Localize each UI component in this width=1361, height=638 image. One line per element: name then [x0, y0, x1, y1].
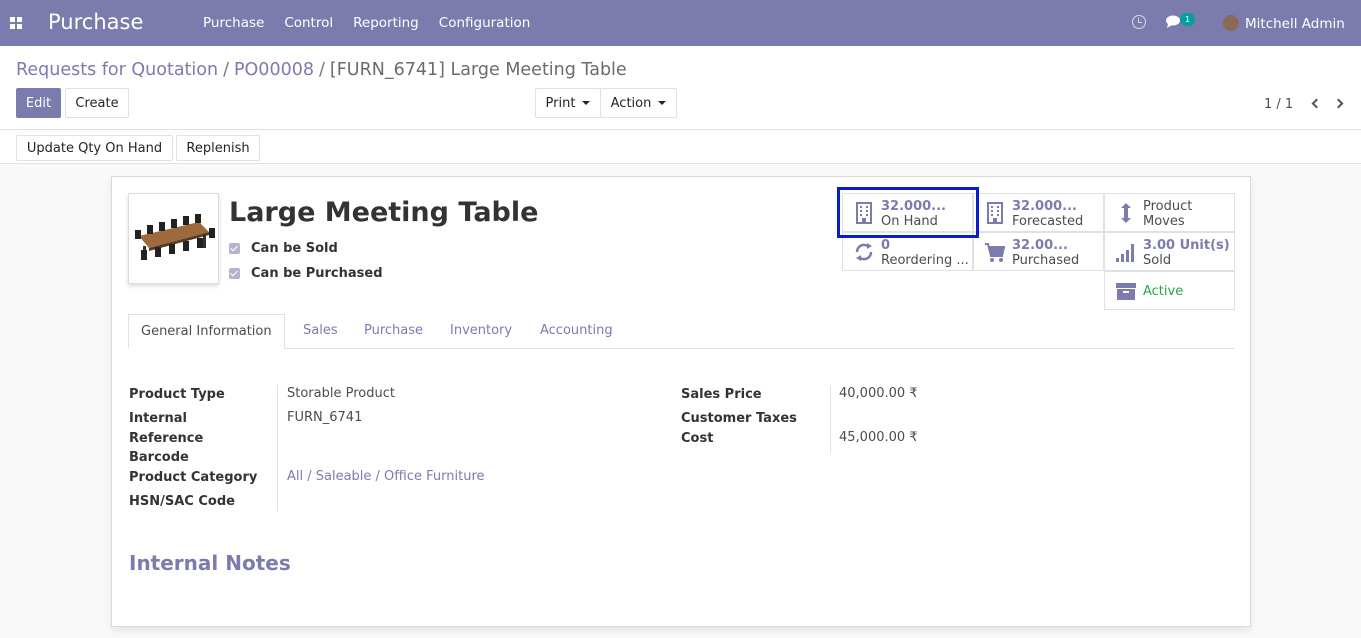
print-label: Print	[545, 95, 576, 111]
product-name: Large Meeting Table	[229, 197, 539, 228]
active-toggle-button[interactable]: Active	[1104, 271, 1235, 310]
product-type-value: Storable Product	[287, 386, 395, 401]
shopping-cart-icon	[985, 243, 1006, 262]
menu-configuration[interactable]: Configuration	[429, 15, 541, 31]
menu-purchase[interactable]: Purchase	[193, 15, 274, 31]
print-dropdown[interactable]: Print	[535, 88, 601, 118]
purchased-button[interactable]: 32.00... Purchased	[973, 232, 1104, 271]
main-menu: Purchase Control Reporting Configuration	[193, 15, 540, 31]
can-be-sold-checkbox[interactable]	[229, 243, 240, 254]
up-down-arrow-icon	[1121, 203, 1131, 223]
notebook-tabs: General Information Sales Purchase Inven…	[128, 314, 1235, 349]
tab-inventory[interactable]: Inventory	[450, 314, 512, 349]
active-label: Active	[1143, 284, 1184, 299]
pager-value[interactable]: 1 / 1	[1264, 97, 1293, 112]
form-statusbar: Update Qty On Hand Replenish	[0, 129, 1361, 164]
form-sheet: Large Meeting Table Can be Sold Can be P…	[111, 176, 1251, 627]
cost-label: Cost	[681, 431, 714, 446]
can-be-purchased-label: Can be Purchased	[251, 266, 383, 281]
product-moves-label-2: Moves	[1143, 214, 1185, 229]
tab-sales[interactable]: Sales	[303, 314, 338, 349]
menu-reporting[interactable]: Reporting	[343, 15, 429, 31]
top-navbar: Purchase Purchase Control Reporting Conf…	[0, 0, 1361, 46]
can-be-purchased-checkbox[interactable]	[229, 268, 240, 279]
meeting-table-image	[135, 214, 215, 260]
reordering-label: Reordering ...	[881, 253, 969, 268]
breadcrumb-current: [FURN_6741] Large Meeting Table	[329, 60, 627, 80]
activity-clock-icon[interactable]	[1132, 15, 1146, 29]
product-category-label: Product Category	[129, 470, 258, 485]
replenish-button[interactable]: Replenish	[176, 135, 260, 161]
barcode-label: Barcode	[129, 450, 189, 465]
sold-label: Sold	[1143, 253, 1172, 268]
chat-badge: 1	[1180, 13, 1195, 26]
purchased-value: 32.00...	[1012, 238, 1068, 253]
action-dropdown[interactable]: Action	[600, 88, 677, 118]
building-icon	[987, 202, 1003, 224]
on-hand-highlight-box	[837, 187, 979, 238]
pager-previous-icon[interactable]	[1308, 96, 1324, 112]
sold-button[interactable]: 3.00 Unit(s) Sold	[1104, 232, 1235, 271]
customer-taxes-label: Customer Taxes	[681, 411, 797, 426]
breadcrumb-separator: /	[318, 60, 325, 80]
breadcrumb-po[interactable]: PO00008	[234, 60, 314, 80]
app-title[interactable]: Purchase	[48, 10, 143, 34]
action-label: Action	[610, 95, 652, 111]
refresh-icon	[855, 243, 873, 261]
product-moves-label-1: Product	[1143, 199, 1193, 214]
sales-price-value: 40,000.00 ₹	[839, 386, 918, 401]
internal-reference-label-line2: Reference	[129, 431, 204, 446]
field-divider	[277, 385, 278, 511]
can-be-sold-row: Can be Sold	[229, 241, 338, 256]
internal-notes-heading: Internal Notes	[129, 551, 291, 575]
can-be-purchased-row: Can be Purchased	[229, 266, 383, 281]
breadcrumb-separator: /	[223, 60, 229, 80]
apps-menu-icon[interactable]	[10, 17, 22, 29]
can-be-sold-label: Can be Sold	[251, 241, 338, 256]
forecasted-button[interactable]: 32.000... Forecasted	[973, 193, 1104, 232]
breadcrumb: Requests for Quotation / PO00008/[FURN_674…	[16, 60, 627, 80]
breadcrumb-rfq[interactable]: Requests for Quotation	[16, 60, 218, 80]
update-qty-on-hand-button[interactable]: Update Qty On Hand	[16, 135, 173, 161]
forecasted-label: Forecasted	[1012, 214, 1084, 229]
purchased-label: Purchased	[1012, 253, 1080, 268]
tab-purchase[interactable]: Purchase	[364, 314, 423, 349]
user-avatar[interactable]	[1223, 15, 1239, 31]
tab-accounting[interactable]: Accounting	[540, 314, 613, 349]
sales-price-label: Sales Price	[681, 387, 762, 402]
edit-button[interactable]: Edit	[16, 88, 61, 118]
control-panel: Requests for Quotation / PO00008/[FURN_674…	[0, 46, 1361, 164]
sold-value: 3.00 Unit(s)	[1143, 238, 1230, 253]
product-image[interactable]	[128, 193, 219, 284]
caret-down-icon	[658, 101, 667, 105]
create-button[interactable]: Create	[65, 88, 129, 118]
field-divider	[830, 385, 831, 453]
signal-bars-icon	[1116, 244, 1134, 262]
product-moves-button[interactable]: Product Moves	[1104, 193, 1235, 232]
user-name[interactable]: Mitchell Admin	[1245, 16, 1345, 32]
archive-icon	[1116, 283, 1136, 300]
tab-general-information[interactable]: General Information	[128, 314, 285, 349]
product-type-label: Product Type	[129, 387, 225, 402]
menu-control[interactable]: Control	[274, 15, 343, 31]
product-category-link[interactable]: All / Saleable / Office Furniture	[287, 469, 485, 484]
hsn-sac-code-label: HSN/SAC Code	[129, 494, 235, 509]
pager-next-icon[interactable]	[1333, 96, 1350, 112]
forecasted-value: 32.000...	[1012, 199, 1077, 214]
internal-reference-value: FURN_6741	[287, 410, 363, 425]
reordering-value: 0	[881, 238, 891, 253]
internal-reference-label-line1: Internal	[129, 411, 188, 426]
internal-reference-label: Internal Reference	[129, 409, 203, 448]
cost-value: 45,000.00 ₹	[839, 430, 918, 445]
caret-down-icon	[582, 101, 591, 105]
